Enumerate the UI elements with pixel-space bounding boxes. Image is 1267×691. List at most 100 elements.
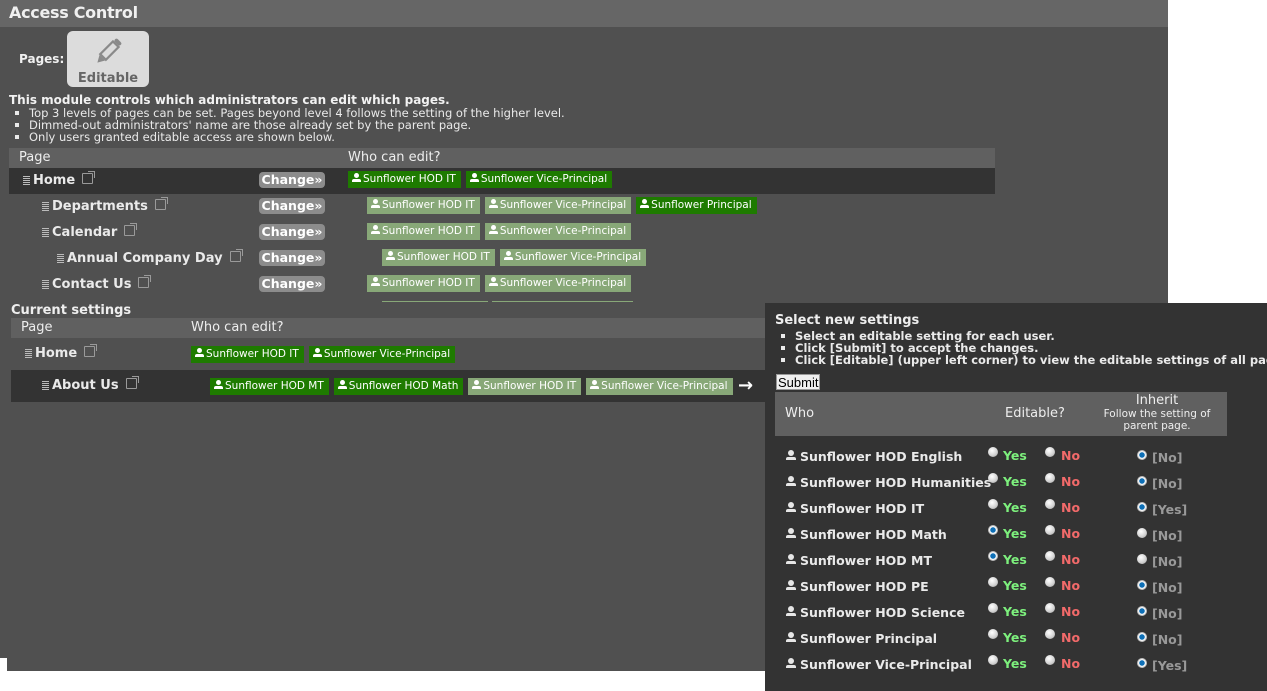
radio-no[interactable] [1045,629,1055,639]
yes-label[interactable]: Yes [1003,474,1027,489]
external-link-icon[interactable] [82,171,96,184]
no-label[interactable]: No [1061,656,1080,671]
yes-label[interactable]: Yes [1003,448,1027,463]
radio-no[interactable] [1045,447,1055,457]
editor-chip: Sunflower Vice-Principal [465,171,613,188]
no-label[interactable]: No [1061,474,1080,489]
submit-button[interactable]: Submit [776,374,821,390]
radio-inherit[interactable] [1137,658,1147,668]
page-row[interactable]: Departments Change» Sunflower HOD IT Sunflo… [9,194,995,220]
yes-label[interactable]: Yes [1003,526,1027,541]
user-setting-row: Sunflower HOD Math Yes No [No] [775,520,1227,546]
page-name-link[interactable]: Home [23,171,96,188]
page-row[interactable]: Contact Us Change» Sunflower HOD IT Sunflow… [9,272,995,298]
radio-inherit[interactable] [1137,632,1147,642]
page-icon [42,202,49,211]
no-label[interactable]: No [1061,604,1080,619]
inherit-value[interactable]: [No] [1152,606,1182,621]
page-row[interactable]: Annual Company Day Change» Sunflower HOD I… [9,246,995,272]
editor-name: Sunflower Vice-Principal [480,173,608,185]
yes-label[interactable]: Yes [1003,552,1027,567]
page-icon [42,280,49,289]
change-button[interactable]: Change» [259,276,325,292]
radio-inherit[interactable] [1137,554,1147,564]
change-button[interactable]: Change» [259,172,325,188]
radio-inherit[interactable] [1137,502,1147,512]
inherit-value[interactable]: [No] [1152,528,1182,543]
no-label[interactable]: No [1061,500,1080,515]
radio-yes[interactable] [988,447,998,457]
change-button[interactable]: Change» [259,250,325,266]
user-icon [472,380,482,390]
radio-no[interactable] [1045,655,1055,665]
inherit-value[interactable]: [No] [1152,580,1182,595]
radio-no[interactable] [1045,577,1055,587]
inherit-value[interactable]: [Yes] [1152,658,1187,673]
page-name: About Us [52,378,119,393]
yes-label[interactable]: Yes [1003,604,1027,619]
no-label[interactable]: No [1061,630,1080,645]
radio-no[interactable] [1045,551,1055,561]
user-icon [786,528,796,539]
radio-inherit[interactable] [1137,476,1147,486]
editor-chip: Sunflower HOD MT [210,378,329,395]
radio-yes[interactable] [988,603,998,613]
page-name-link[interactable]: Annual Company Day [57,249,243,266]
external-link-icon[interactable] [138,275,152,288]
editable-button[interactable]: Editable [67,31,149,87]
inherit-value[interactable]: [Yes] [1152,502,1187,517]
inherit-value[interactable]: [No] [1152,476,1182,491]
user-name-text: Sunflower HOD Science [800,605,965,620]
inherit-value[interactable]: [No] [1152,632,1182,647]
page-name-link[interactable]: Contact Us [42,275,152,292]
radio-no[interactable] [1045,603,1055,613]
change-button[interactable]: Change» [259,198,325,214]
column-who-can-edit: Who can edit? [348,150,441,165]
yes-label[interactable]: Yes [1003,630,1027,645]
yes-label[interactable]: Yes [1003,578,1027,593]
no-label[interactable]: No [1061,552,1080,567]
radio-yes[interactable] [988,551,998,561]
no-label[interactable]: No [1061,448,1080,463]
radio-no[interactable] [1045,473,1055,483]
external-link-icon[interactable] [154,197,168,210]
no-label[interactable]: No [1061,526,1080,541]
external-link-icon[interactable] [124,223,138,236]
page-name-link[interactable]: Home [25,344,98,361]
radio-yes[interactable] [988,525,998,535]
page-row[interactable]: Calendar Change» Sunflower HOD IT Sunflower… [9,220,995,246]
page-name-link[interactable]: About Us [42,376,139,393]
radio-inherit[interactable] [1137,528,1147,538]
select-new-settings-panel: Select new settings Select an editable s… [765,303,1267,691]
user-name-text: Sunflower HOD PE [800,579,929,594]
page-name-link[interactable]: Calendar [42,223,138,240]
page-name-link[interactable]: Departments [42,197,168,214]
radio-yes[interactable] [988,473,998,483]
change-button[interactable]: Change» [259,224,325,240]
user-icon [786,580,796,591]
editor-name: Sunflower HOD MT [225,380,324,392]
radio-no[interactable] [1045,499,1055,509]
page-row[interactable]: Home Change» Sunflower HOD IT Sunflower Vic… [9,168,995,194]
radio-no[interactable] [1045,525,1055,535]
radio-yes[interactable] [988,499,998,509]
editor-chips: Sunflower HOD IT Sunflower Vice-Principal [367,275,632,292]
radio-inherit[interactable] [1137,580,1147,590]
external-link-icon[interactable] [84,344,98,357]
radio-yes[interactable] [988,629,998,639]
cut-off-chip [382,301,488,302]
inherit-value[interactable]: [No] [1152,554,1182,569]
external-link-icon[interactable] [229,249,243,262]
radio-inherit[interactable] [1137,606,1147,616]
yes-label[interactable]: Yes [1003,656,1027,671]
radio-yes[interactable] [988,577,998,587]
editor-name: Sunflower Vice-Principal [601,380,728,392]
radio-inherit[interactable] [1137,450,1147,460]
no-label[interactable]: No [1061,578,1080,593]
external-link-icon[interactable] [125,376,139,389]
user-settings-table: Who Editable? Inherit Follow the setting… [775,392,1227,676]
current-settings-title: Current settings [11,303,132,318]
radio-yes[interactable] [988,655,998,665]
inherit-value[interactable]: [No] [1152,450,1182,465]
yes-label[interactable]: Yes [1003,500,1027,515]
